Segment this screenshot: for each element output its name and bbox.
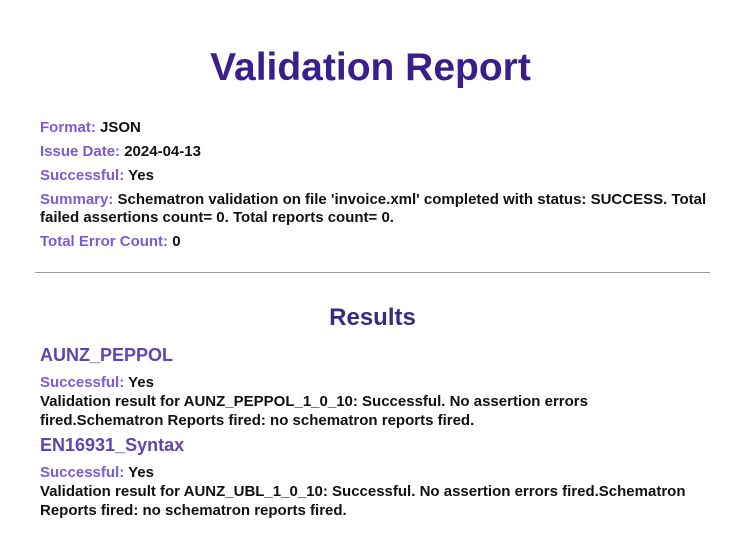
result-successful-row: Successful: Yes [40, 373, 710, 392]
page-title: Validation Report [210, 46, 531, 89]
result-successful-row: Successful: Yes [40, 463, 710, 482]
successful-label: Successful: [40, 167, 125, 184]
result-message: Validation result for AUNZ_PEPPOL_1_0_10… [40, 393, 588, 429]
result-successful-label: Successful: [40, 464, 125, 481]
issue-date-label: Issue Date: [40, 143, 121, 160]
result-name: EN16931_Syntax [40, 435, 185, 455]
total-error-count-row: Total Error Count: 0 [40, 233, 720, 251]
result-item: AUNZ_PEPPOL Successful: Yes Validation r… [40, 344, 710, 430]
result-successful-value: Yes [128, 374, 154, 391]
summary-row: Summary: Schematron validation on file '… [40, 191, 720, 227]
result-name: AUNZ_PEPPOL [40, 345, 174, 365]
result-successful-label: Successful: [40, 374, 125, 391]
successful-row: Successful: Yes [40, 167, 720, 185]
results-heading: Results [329, 304, 416, 331]
result-item: EN16931_Syntax Successful: Yes Validatio… [40, 434, 710, 520]
issue-date-value: 2024-04-13 [124, 143, 201, 160]
format-label: Format: [40, 119, 96, 136]
successful-value: Yes [128, 167, 154, 184]
summary-label: Summary: [40, 191, 114, 208]
result-successful-value: Yes [128, 464, 154, 481]
total-error-count-label: Total Error Count: [40, 233, 169, 250]
report-metadata: Format: JSON Issue Date: 2024-04-13 Succ… [40, 119, 720, 257]
section-divider [35, 272, 710, 273]
validation-report-page: Validation Report Format: JSON Issue Dat… [0, 0, 741, 551]
format-value: JSON [100, 119, 141, 136]
total-error-count-value: 0 [172, 233, 181, 250]
format-row: Format: JSON [40, 119, 720, 137]
issue-date-row: Issue Date: 2024-04-13 [40, 143, 720, 161]
summary-value: Schematron validation on file 'invoice.x… [40, 191, 707, 226]
result-message: Validation result for AUNZ_UBL_1_0_10: S… [40, 483, 686, 519]
